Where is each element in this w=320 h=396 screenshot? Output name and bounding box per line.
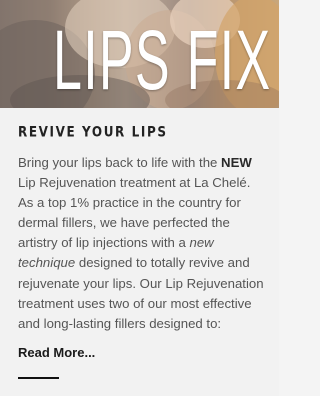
body-text-2: Lip Rejuvenation treatment at La Chelé. … [18, 175, 251, 251]
hero-image: LIPS FIX [0, 0, 279, 108]
read-more-link[interactable]: Read More... [18, 345, 95, 360]
article-body: Bring your lips back to life with the NE… [18, 153, 268, 334]
read-more-underline [18, 377, 59, 379]
article-heading: REVIVE YOUR LIPS [18, 124, 168, 141]
body-text-1: Bring your lips back to life with the [18, 155, 222, 170]
hero-title: LIPS FIX [53, 13, 272, 107]
article-card: LIPS FIX REVIVE YOUR LIPS Bring your lip… [0, 0, 279, 396]
body-bold-new: NEW [221, 155, 252, 170]
